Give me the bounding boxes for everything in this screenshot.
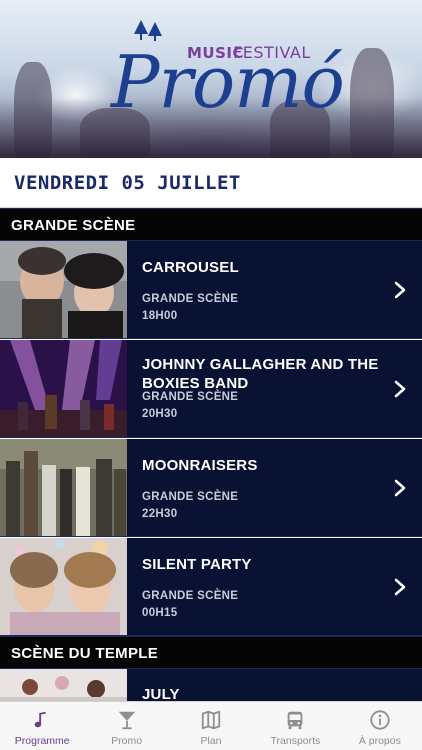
section-header-scene-du-temple: SCÈNE DU TEMPLE xyxy=(0,636,422,669)
festival-logo: MUSIC FESTIVAL Promó xyxy=(105,20,345,146)
tab-programme[interactable]: Programme xyxy=(0,702,84,750)
event-title: JOHNNY GALLAGHER AND THE BOXIES BAND xyxy=(142,356,379,392)
event-row-moonraisers[interactable]: MOONRAISERS GRANDE SCÈNE 22H30 xyxy=(0,439,422,537)
tab-label: À propos xyxy=(358,735,401,747)
trees-icon xyxy=(134,20,162,41)
event-time: 00H15 xyxy=(142,607,178,619)
event-thumbnail xyxy=(0,538,127,635)
event-row-silent-party[interactable]: SILENT PARTY GRANDE SCÈNE 00H15 xyxy=(0,538,422,636)
map-icon xyxy=(201,710,221,730)
event-row-carrousel[interactable]: CARROUSEL GRANDE SCÈNE 18H00 xyxy=(0,241,422,339)
tab-label: Promo xyxy=(111,735,143,747)
section-title: SCÈNE DU TEMPLE xyxy=(11,645,159,662)
bus-icon xyxy=(288,711,303,730)
tab-label: Programme xyxy=(14,735,70,747)
chevron-right-icon xyxy=(394,578,406,596)
tab-transports[interactable]: Transports xyxy=(253,702,337,750)
logo-wordmark: Promó xyxy=(111,40,345,124)
event-time: 22H30 xyxy=(142,508,178,520)
event-time: 18H00 xyxy=(142,310,178,322)
festival-banner: MUSIC FESTIVAL Promó xyxy=(0,0,422,158)
section-title: GRANDE SCÈNE xyxy=(11,217,136,234)
event-thumbnail xyxy=(0,241,127,338)
event-title: MOONRAISERS xyxy=(142,457,258,474)
cocktail-glass-icon xyxy=(118,711,135,730)
event-title: CARROUSEL xyxy=(142,259,239,276)
tab-label: Plan xyxy=(200,735,222,747)
tab-promo[interactable]: Promo xyxy=(84,702,168,750)
event-title: SILENT PARTY xyxy=(142,556,252,573)
event-stage: GRANDE SCÈNE xyxy=(142,491,239,503)
chevron-right-icon xyxy=(394,281,406,299)
chevron-right-icon xyxy=(394,380,406,398)
event-row-johnny-gallagher[interactable]: JOHNNY GALLAGHER AND THE BOXIES BAND GRA… xyxy=(0,340,422,438)
chevron-right-icon xyxy=(394,479,406,497)
tab-a-propos[interactable]: À propos xyxy=(338,702,422,750)
music-note-icon xyxy=(34,711,46,728)
tab-bar: Programme Promo Plan Transports À propos xyxy=(0,701,422,750)
tab-plan[interactable]: Plan xyxy=(169,702,253,750)
programme-date: VENDREDI 05 JUILLET xyxy=(14,172,241,194)
event-stage: GRANDE SCÈNE xyxy=(142,590,239,602)
section-header-grande-scene: GRANDE SCÈNE xyxy=(0,208,422,241)
event-time: 20H30 xyxy=(142,408,178,420)
event-thumbnail xyxy=(0,340,127,437)
event-stage: GRANDE SCÈNE xyxy=(142,391,239,403)
event-thumbnail xyxy=(0,439,127,536)
event-stage: GRANDE SCÈNE xyxy=(142,293,239,305)
date-bar: VENDREDI 05 JUILLET xyxy=(0,158,422,208)
info-icon xyxy=(370,710,390,730)
tab-label: Transports xyxy=(270,735,321,747)
